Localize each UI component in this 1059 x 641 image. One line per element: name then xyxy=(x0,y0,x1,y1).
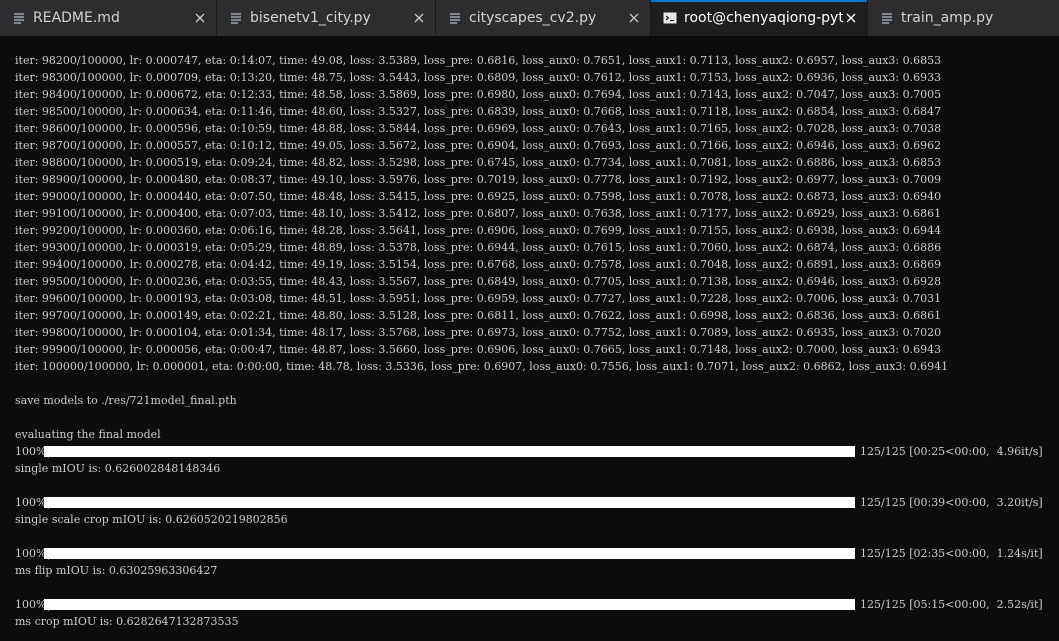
close-icon[interactable] xyxy=(843,10,859,26)
file-doc-icon xyxy=(12,11,26,25)
progress-row: 100%| 125/125 [00:39<00:00, 3.20it/s] xyxy=(15,494,1055,511)
progress-stats: 125/125 [00:25<00:00, 4.96it/s] xyxy=(860,445,1043,458)
terminal-icon xyxy=(663,11,677,25)
editor-tab-bar: README.md bisenetv1_city.py cityscapes_c… xyxy=(0,0,1059,36)
progress-fill xyxy=(44,497,855,508)
tab-cityscapes-cv2[interactable]: cityscapes_cv2.py xyxy=(436,0,651,36)
eval-result: single scale crop mIOU is: 0.62605202198… xyxy=(15,513,288,526)
file-doc-icon xyxy=(229,11,243,25)
tab-readme[interactable]: README.md xyxy=(0,0,217,36)
progress-stats: 125/125 [05:15<00:00, 2.52s/it] xyxy=(860,598,1043,611)
log-line: iter: 99500/100000, lr: 0.000236, eta: 0… xyxy=(15,275,942,288)
progress-row: 100%| 125/125 [00:25<00:00, 4.96it/s] xyxy=(15,443,1055,460)
progress-stats: 125/125 [02:35<00:00, 1.24s/it] xyxy=(860,547,1043,560)
terminal-output[interactable]: iter: 98200/100000, lr: 0.000747, eta: 0… xyxy=(0,36,1059,641)
tab-label: train_amp.py xyxy=(901,10,994,26)
log-line: iter: 99700/100000, lr: 0.000149, eta: 0… xyxy=(15,309,942,322)
log-line: iter: 98600/100000, lr: 0.000596, eta: 0… xyxy=(15,122,942,135)
file-doc-icon xyxy=(880,11,894,25)
progress-fill xyxy=(44,548,855,559)
progress-bar xyxy=(44,548,855,559)
log-line: iter: 98700/100000, lr: 0.000557, eta: 0… xyxy=(15,139,942,152)
tab-label: cityscapes_cv2.py xyxy=(469,10,597,26)
progress-bar xyxy=(44,497,855,508)
log-line: iter: 100000/100000, lr: 0.000001, eta: … xyxy=(15,360,949,373)
log-line: iter: 98200/100000, lr: 0.000747, eta: 0… xyxy=(15,54,942,67)
tab-terminal[interactable]: root@chenyaqiong-pytorch xyxy=(651,0,868,36)
log-line: iter: 99300/100000, lr: 0.000319, eta: 0… xyxy=(15,241,942,254)
log-line: iter: 99000/100000, lr: 0.000440, eta: 0… xyxy=(15,190,942,203)
tab-label: root@chenyaqiong-pytorch xyxy=(684,10,843,26)
log-line: iter: 99200/100000, lr: 0.000360, eta: 0… xyxy=(15,224,942,237)
log-line: iter: 98800/100000, lr: 0.000519, eta: 0… xyxy=(15,156,942,169)
progress-fill xyxy=(44,446,855,457)
close-icon[interactable] xyxy=(411,10,427,26)
eval-header: evaluating the final model xyxy=(15,428,161,441)
eval-result: ms flip mIOU is: 0.63025963306427 xyxy=(15,564,218,577)
log-line: iter: 99900/100000, lr: 0.000056, eta: 0… xyxy=(15,343,942,356)
log-line: iter: 98500/100000, lr: 0.000634, eta: 0… xyxy=(15,105,942,118)
log-line: iter: 99800/100000, lr: 0.000104, eta: 0… xyxy=(15,326,942,339)
close-icon[interactable] xyxy=(626,10,642,26)
progress-fill xyxy=(44,599,855,610)
log-line: iter: 98400/100000, lr: 0.000672, eta: 0… xyxy=(15,88,942,101)
progress-row: 100%| 125/125 [05:15<00:00, 2.52s/it] xyxy=(15,596,1055,613)
save-message: save models to ./res/721model_final.pth xyxy=(15,394,237,407)
progress-row: 100%| 125/125 [02:35<00:00, 1.24s/it] xyxy=(15,545,1055,562)
log-line: iter: 98300/100000, lr: 0.000709, eta: 0… xyxy=(15,71,942,84)
log-line: iter: 99400/100000, lr: 0.000278, eta: 0… xyxy=(15,258,942,271)
tab-bisenetv1-city[interactable]: bisenetv1_city.py xyxy=(217,0,436,36)
tab-label: bisenetv1_city.py xyxy=(250,10,371,26)
log-line: iter: 99600/100000, lr: 0.000193, eta: 0… xyxy=(15,292,942,305)
log-line: iter: 98900/100000, lr: 0.000480, eta: 0… xyxy=(15,173,942,186)
tab-label: README.md xyxy=(33,10,120,26)
tab-train-amp[interactable]: train_amp.py xyxy=(868,0,1059,36)
progress-bar xyxy=(44,446,855,457)
log-line: iter: 99100/100000, lr: 0.000400, eta: 0… xyxy=(15,207,942,220)
file-doc-icon xyxy=(448,11,462,25)
progress-bar xyxy=(44,599,855,610)
close-icon[interactable] xyxy=(192,10,208,26)
progress-stats: 125/125 [00:39<00:00, 3.20it/s] xyxy=(860,496,1043,509)
eval-result: ms crop mIOU is: 0.6282647132873535 xyxy=(15,615,239,628)
eval-result: single mIOU is: 0.626002848148346 xyxy=(15,462,221,475)
